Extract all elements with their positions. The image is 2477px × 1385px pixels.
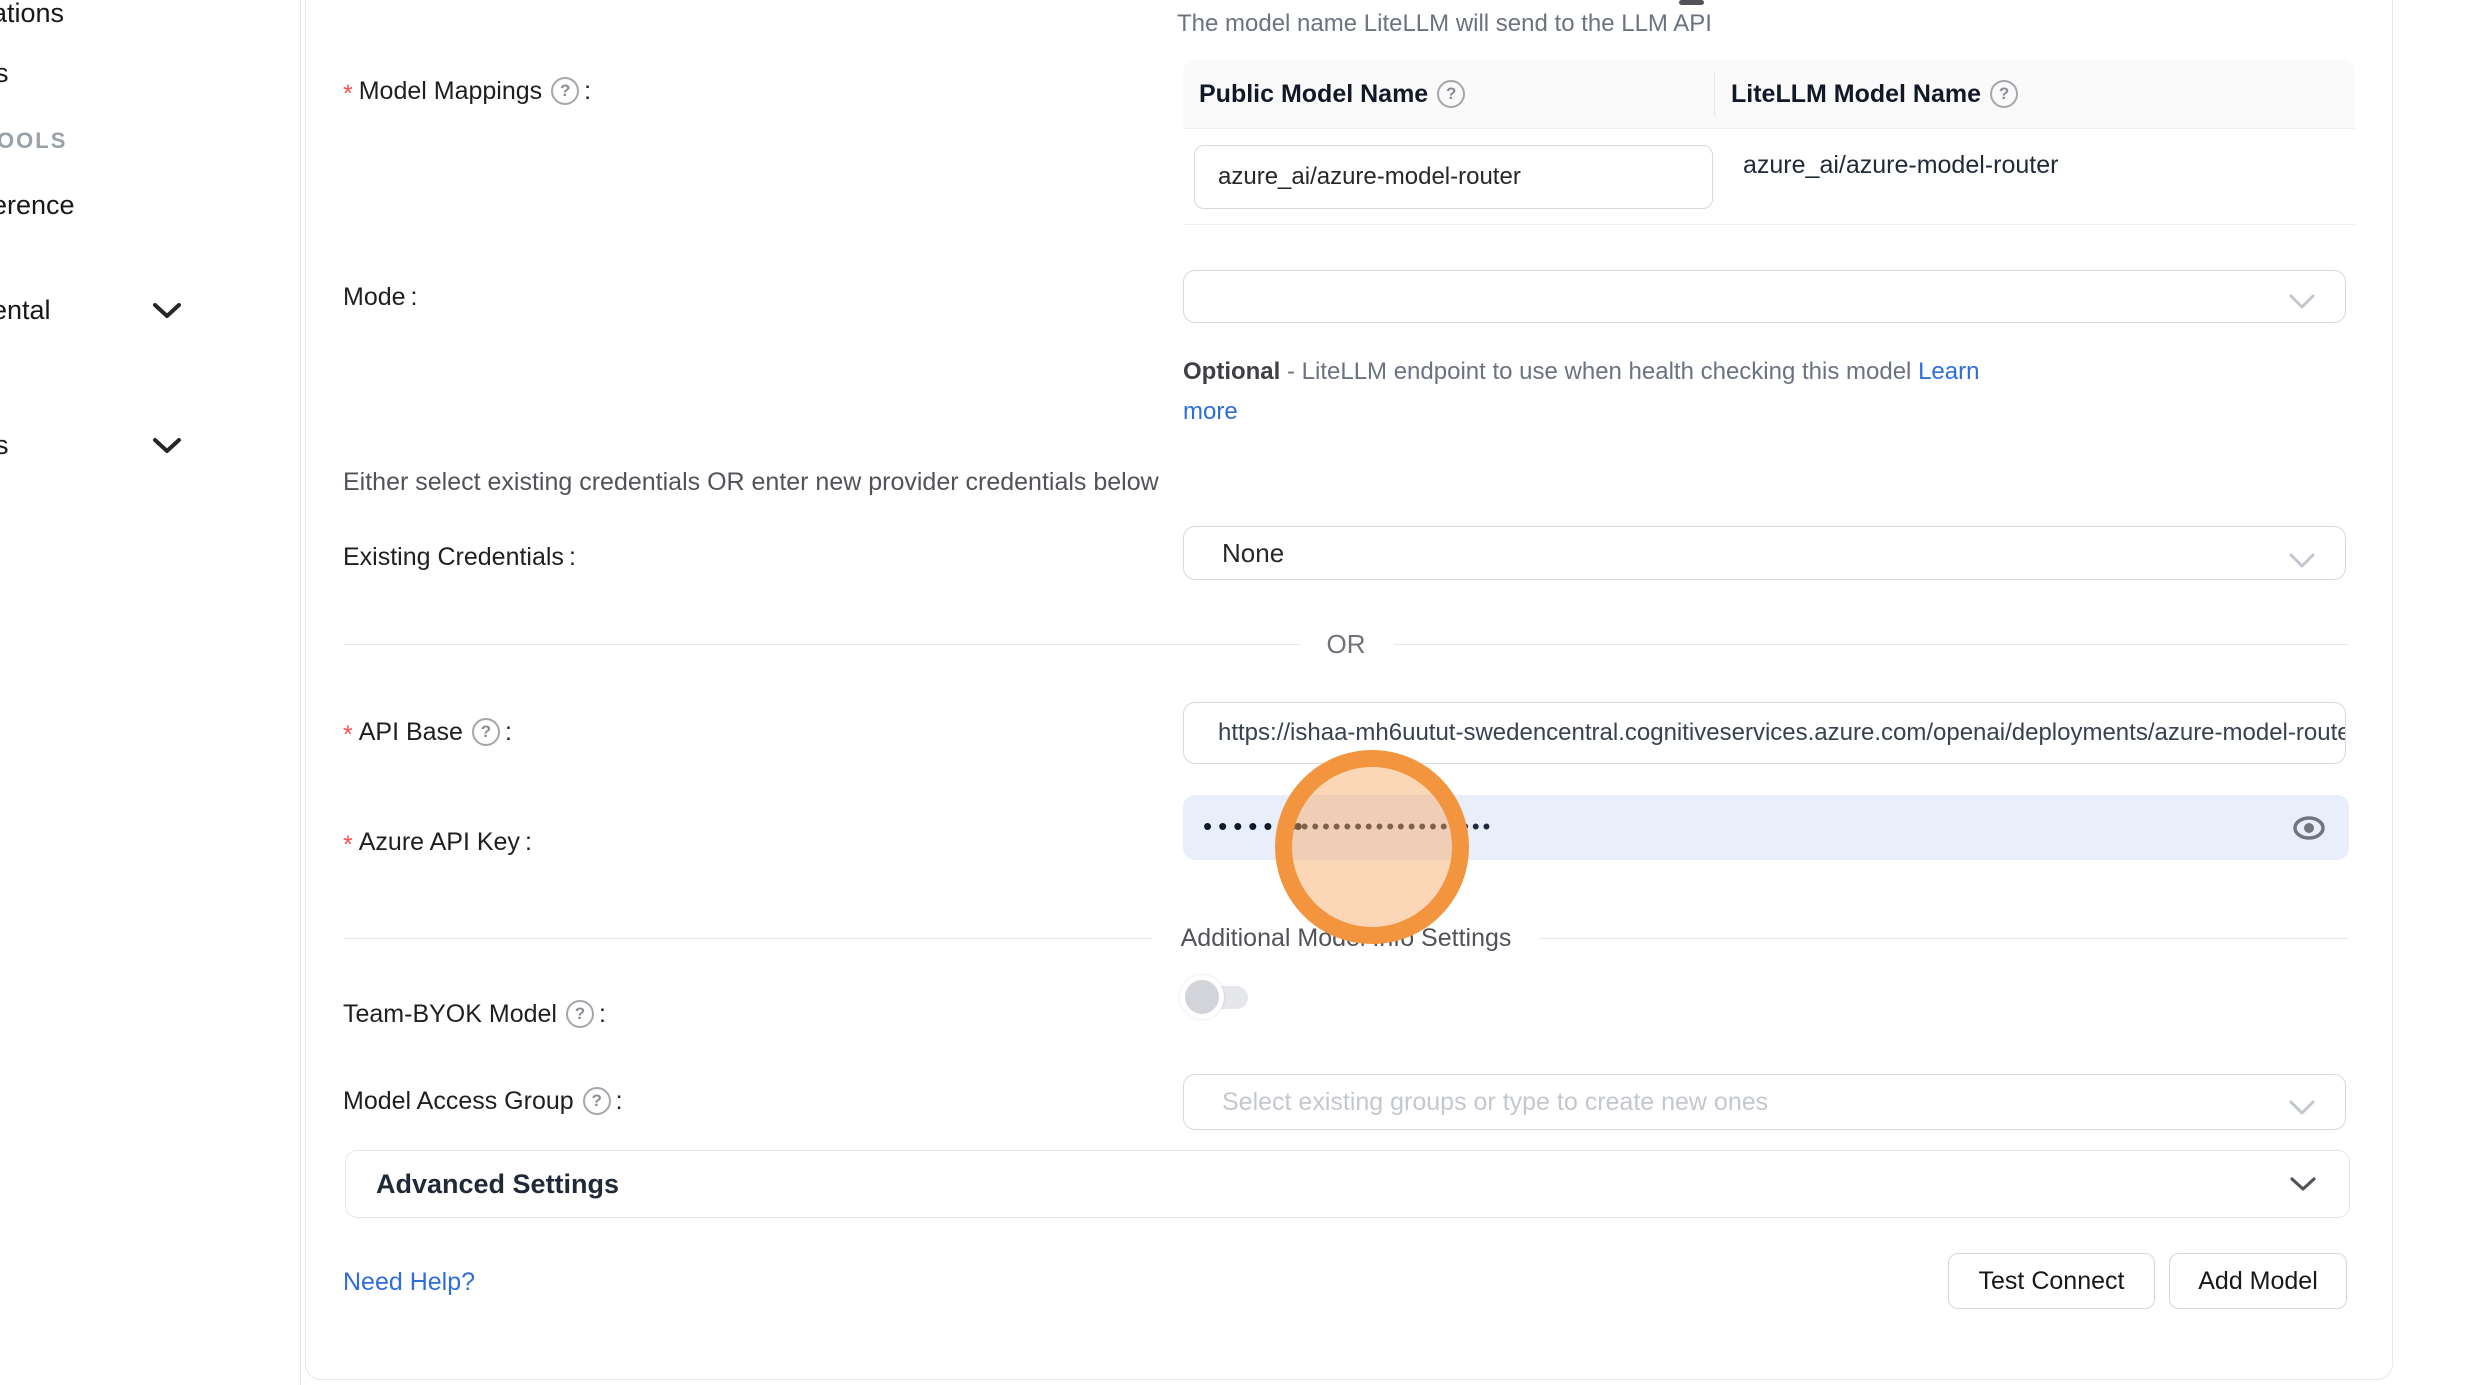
help-icon[interactable]: ? xyxy=(1437,80,1465,108)
required-asterisk: * xyxy=(343,80,353,109)
label-colon: : xyxy=(525,828,532,857)
input-value: azure_ai/azure-model-router xyxy=(1218,163,1521,191)
help-glyph: ? xyxy=(591,1091,601,1111)
help-icon[interactable]: ? xyxy=(551,77,579,105)
learn-more-link[interactable]: more xyxy=(1183,398,1238,425)
sidebar-item-label: ations xyxy=(0,0,64,28)
chevron-down-icon xyxy=(2287,546,2317,577)
table-body-row: azure_ai/azure-model-router azure_ai/azu… xyxy=(1183,129,2355,225)
model-mappings-label: * Model Mappings ? : xyxy=(343,75,591,107)
mode-select[interactable] xyxy=(1183,270,2346,323)
model-access-group-label: Model Access Group ? : xyxy=(343,1085,623,1117)
sidebar-item-label: ental xyxy=(0,295,51,325)
chevron-down-icon[interactable] xyxy=(150,300,184,327)
mode-label: Mode : xyxy=(343,281,418,313)
header-text: LiteLLM Model Name xyxy=(1731,80,1981,109)
label-text: Azure API Key xyxy=(359,828,520,857)
sidebar-item-1[interactable]: s xyxy=(0,58,9,89)
existing-credentials-select[interactable]: None xyxy=(1183,526,2346,580)
toggle-knob xyxy=(1180,975,1224,1019)
team-byok-label: Team-BYOK Model ? : xyxy=(343,998,606,1030)
divider-line xyxy=(1394,644,2349,645)
learn-more-link[interactable]: Learn xyxy=(1918,358,1979,385)
litellm-model-name-value: azure_ai/azure-model-router xyxy=(1743,151,2058,180)
sidebar-item-label: s xyxy=(0,58,9,88)
required-asterisk: * xyxy=(343,831,353,860)
divider-line xyxy=(344,938,1153,939)
chevron-down-icon xyxy=(2287,289,2317,318)
required-asterisk: * xyxy=(343,721,353,750)
table-header-row: Public Model Name ? LiteLLM Model Name ? xyxy=(1183,60,2355,129)
optional-rest: - LiteLLM endpoint to use when health ch… xyxy=(1287,358,1911,385)
sidebar: ations s TOOLS erence ental s xyxy=(0,0,301,1385)
sidebar-item-label: s xyxy=(0,430,9,460)
model-name-description: The model name LiteLLM will send to the … xyxy=(1177,10,1712,38)
divider-line xyxy=(1539,938,2348,939)
label-colon: : xyxy=(599,1000,606,1029)
cut-off-element-fragment xyxy=(1679,0,1704,5)
add-model-button[interactable]: Add Model xyxy=(2169,1253,2347,1309)
public-model-name-header: Public Model Name ? xyxy=(1199,80,1714,109)
api-base-label: * API Base ? : xyxy=(343,716,512,748)
label-text: API Base xyxy=(359,718,463,747)
help-glyph: ? xyxy=(1446,84,1456,104)
label-text: Team-BYOK Model xyxy=(343,1000,557,1029)
litellm-model-name-header: LiteLLM Model Name ? xyxy=(1731,80,2018,109)
help-icon[interactable]: ? xyxy=(472,718,500,746)
existing-credentials-label: Existing Credentials : xyxy=(343,541,576,573)
sidebar-item-settings[interactable]: s xyxy=(0,430,9,461)
click-indicator xyxy=(1275,750,1469,944)
help-glyph: ? xyxy=(1999,84,2009,104)
credentials-note: Either select existing credentials OR en… xyxy=(343,468,1159,497)
sidebar-section-tools: TOOLS xyxy=(0,128,67,154)
chevron-down-icon xyxy=(2287,1095,2317,1124)
input-value: https://ishaa-mh6uutut-swedencentral.cog… xyxy=(1218,719,2346,747)
button-label: Add Model xyxy=(2198,1267,2318,1296)
header-divider xyxy=(1714,72,1715,116)
help-icon[interactable]: ? xyxy=(566,1000,594,1028)
help-glyph: ? xyxy=(481,722,491,742)
chevron-down-icon xyxy=(2289,1176,2317,1198)
label-colon: : xyxy=(584,77,591,106)
label-text: Model Access Group xyxy=(343,1087,574,1116)
team-byok-toggle[interactable] xyxy=(1180,975,1260,1019)
mode-help-text: Optional - LiteLLM endpoint to use when … xyxy=(1183,352,1979,432)
help-icon[interactable]: ? xyxy=(1990,80,2018,108)
eye-icon[interactable] xyxy=(2291,815,2327,846)
sidebar-item-integrations[interactable]: ations xyxy=(0,0,64,29)
label-colon: : xyxy=(569,543,576,572)
model-access-group-select[interactable]: Select existing groups or type to create… xyxy=(1183,1074,2346,1130)
help-icon[interactable]: ? xyxy=(583,1087,611,1115)
public-model-name-input[interactable]: azure_ai/azure-model-router xyxy=(1194,145,1713,209)
label-colon: : xyxy=(411,283,418,312)
chevron-down-icon[interactable] xyxy=(150,435,184,462)
header-text: Public Model Name xyxy=(1199,80,1428,109)
optional-bold: Optional xyxy=(1183,358,1280,385)
advanced-settings-panel[interactable]: Advanced Settings xyxy=(345,1150,2350,1218)
help-glyph: ? xyxy=(560,81,570,101)
sidebar-item-experimental[interactable]: ental xyxy=(0,295,51,326)
sidebar-item-label: erence xyxy=(0,190,75,220)
azure-api-key-label: * Azure API Key : xyxy=(343,826,532,858)
label-colon: : xyxy=(616,1087,623,1116)
label-text: Existing Credentials xyxy=(343,543,564,572)
sidebar-item-inference[interactable]: erence xyxy=(0,190,75,221)
or-divider-text: OR xyxy=(1299,629,1394,660)
label-text: Model Mappings xyxy=(359,77,542,106)
test-connect-button[interactable]: Test Connect xyxy=(1948,1253,2155,1309)
divider-line xyxy=(344,644,1299,645)
select-value: None xyxy=(1222,538,1284,569)
sidebar-section-label: TOOLS xyxy=(0,128,67,153)
model-mappings-table: Public Model Name ? LiteLLM Model Name ?… xyxy=(1183,60,2355,225)
or-divider: OR xyxy=(344,628,2348,660)
select-placeholder: Select existing groups or type to create… xyxy=(1222,1088,1768,1117)
advanced-settings-title: Advanced Settings xyxy=(376,1169,619,1200)
help-glyph: ? xyxy=(575,1004,585,1024)
button-label: Test Connect xyxy=(1979,1267,2125,1296)
need-help-link[interactable]: Need Help? xyxy=(343,1268,475,1297)
label-text: Mode xyxy=(343,283,406,312)
label-colon: : xyxy=(505,718,512,747)
